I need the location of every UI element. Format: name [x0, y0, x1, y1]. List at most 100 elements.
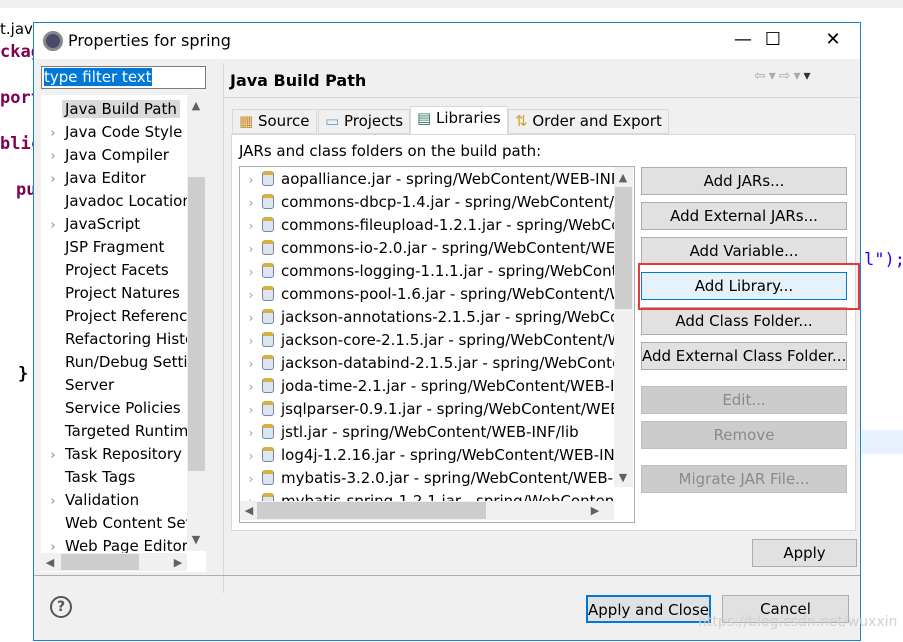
title-bar: Properties for spring — ☐ ✕ — [34, 23, 860, 59]
chevron-right-icon[interactable]: › — [240, 422, 262, 444]
tree-item[interactable]: › Java Code Style — [41, 121, 191, 144]
apply-button[interactable]: Apply — [752, 539, 857, 567]
tree-horizontal-scrollbar[interactable]: ◀ ▶ — [41, 553, 187, 571]
chevron-right-icon[interactable]: ▶ — [586, 504, 604, 517]
jar-label: jackson-core-2.1.5.jar - spring/WebConte… — [281, 331, 614, 349]
jar-label: jstl.jar - spring/WebContent/WEB-INF/lib — [281, 423, 579, 441]
tree-item-label: Project References — [65, 307, 191, 325]
chevron-right-icon[interactable]: › — [240, 330, 262, 352]
add-class-folder-button[interactable]: Add Class Folder... — [641, 307, 847, 335]
maximize-button[interactable]: ☐ — [750, 23, 796, 57]
tree-item[interactable]: Project Natures — [41, 282, 191, 305]
jar-list-item[interactable]: › commons-io-2.0.jar - spring/WebContent/… — [240, 237, 614, 260]
chevron-right-icon[interactable]: › — [41, 168, 65, 190]
tree-vertical-scrollbar[interactable]: ▲ ▼ — [187, 95, 206, 551]
tree-item[interactable]: Refactoring History — [41, 328, 191, 351]
chevron-right-icon[interactable]: › — [240, 307, 262, 329]
tab-source[interactable]: ▦ Source — [232, 109, 317, 134]
chevron-right-icon[interactable]: › — [240, 192, 262, 214]
add-external-class-folder-button[interactable]: Add External Class Folder... — [641, 342, 847, 370]
scrollbar-thumb[interactable] — [257, 502, 486, 519]
tree-item[interactable]: Targeted Runtimes — [41, 420, 191, 443]
jar-list-item[interactable]: › jackson-databind-2.1.5.jar - spring/Web… — [240, 352, 614, 375]
filter-input[interactable]: type filter text — [41, 66, 206, 89]
tree-item[interactable]: Project References — [41, 305, 191, 328]
tree-item[interactable]: Java Build Path — [41, 98, 191, 121]
nav-history-icons[interactable]: ⇦▾⇨▾▾ — [754, 68, 814, 84]
jar-icon — [262, 240, 274, 255]
chevron-right-icon[interactable]: › — [240, 284, 262, 306]
tree-item-label: Web Content Settings — [65, 514, 191, 532]
chevron-right-icon[interactable]: › — [240, 353, 262, 375]
jar-list-item[interactable]: › commons-fileupload-1.2.1.jar - spring/W… — [240, 214, 614, 237]
chevron-right-icon[interactable]: › — [41, 145, 65, 167]
jar-list-item[interactable]: › commons-logging-1.1.1.jar - spring/WebC… — [240, 260, 614, 283]
jar-label: jackson-annotations-2.1.5.jar - spring/W… — [281, 308, 614, 326]
scrollbar-thumb[interactable] — [615, 187, 632, 309]
chevron-right-icon[interactable]: › — [240, 238, 262, 260]
jar-list-item[interactable]: › jackson-core-2.1.5.jar - spring/WebCont… — [240, 329, 614, 352]
chevron-left-icon[interactable]: ◀ — [41, 556, 59, 569]
help-icon[interactable]: ? — [50, 596, 72, 618]
jar-list-item[interactable]: › joda-time-2.1.jar - spring/WebContent/W… — [240, 375, 614, 398]
jar-list-item[interactable]: › jsqlparser-0.9.1.jar - spring/WebConten… — [240, 398, 614, 421]
chevron-right-icon[interactable]: ▶ — [169, 556, 187, 569]
tree-item[interactable]: Run/Debug Settings — [41, 351, 191, 374]
chevron-right-icon[interactable]: › — [240, 261, 262, 283]
tree-item[interactable]: › Validation — [41, 489, 191, 512]
tree-item[interactable]: › Java Editor — [41, 167, 191, 190]
add-external-jars-button[interactable]: Add External JARs... — [641, 202, 847, 230]
tab-order-and-export[interactable]: ⇅ Order and Export — [508, 109, 669, 134]
chevron-left-icon[interactable]: ◀ — [240, 504, 258, 517]
chevron-right-icon[interactable]: › — [41, 444, 65, 466]
tree-item[interactable]: › JavaScript — [41, 213, 191, 236]
chevron-up-icon[interactable]: ▲ — [187, 99, 205, 112]
apply-and-close-button[interactable]: Apply and Close — [586, 595, 711, 623]
jar-list-item[interactable]: › jstl.jar - spring/WebContent/WEB-INF/li… — [240, 421, 614, 444]
tree-item-label: Service Policies — [65, 399, 181, 417]
tree-item-label: Refactoring History — [65, 330, 191, 348]
add-variable-button[interactable]: Add Variable... — [641, 237, 847, 265]
chevron-right-icon[interactable]: › — [240, 445, 262, 467]
jar-label: commons-fileupload-1.2.1.jar - spring/We… — [281, 216, 614, 234]
source-folder-icon: ▦ — [239, 112, 254, 130]
chevron-right-icon[interactable]: › — [41, 490, 65, 512]
jar-list-item[interactable]: › commons-dbcp-1.4.jar - spring/WebConten… — [240, 191, 614, 214]
chevron-up-icon[interactable]: ▲ — [614, 171, 632, 184]
tree-item[interactable]: JSP Fragment — [41, 236, 191, 259]
chevron-right-icon[interactable]: › — [240, 215, 262, 237]
jar-list-item[interactable]: › aopalliance.jar - spring/WebContent/WEB… — [240, 168, 614, 191]
close-button[interactable]: ✕ — [810, 23, 856, 57]
tree-item[interactable]: Service Policies — [41, 397, 191, 420]
chevron-right-icon[interactable]: › — [240, 468, 262, 490]
watermark: https://blog.csdn.net/wuxxin — [698, 614, 898, 630]
chevron-right-icon[interactable]: › — [41, 122, 65, 144]
tree-item[interactable]: Project Facets — [41, 259, 191, 282]
jar-label: jackson-databind-2.1.5.jar - spring/WebC… — [281, 354, 614, 372]
tab-libraries[interactable]: ▤ Libraries — [410, 106, 508, 135]
chevron-right-icon[interactable]: › — [240, 169, 262, 191]
tree-item[interactable]: Javadoc Location — [41, 190, 191, 213]
jar-list-item[interactable]: › log4j-1.2.16.jar - spring/WebContent/WE… — [240, 444, 614, 467]
chevron-down-icon[interactable]: ▼ — [187, 533, 205, 546]
libraries-panel: JARs and class folders on the build path… — [231, 134, 856, 531]
tree-item[interactable]: Server — [41, 374, 191, 397]
jar-list-item[interactable]: › jackson-annotations-2.1.5.jar - spring/… — [240, 306, 614, 329]
tree-item[interactable]: › Task Repository — [41, 443, 191, 466]
list-horizontal-scrollbar[interactable]: ◀ ▶ — [240, 501, 614, 520]
jar-list-item[interactable]: › commons-pool-1.6.jar - spring/WebConten… — [240, 283, 614, 306]
chevron-down-icon[interactable]: ▼ — [614, 471, 632, 484]
add-jars-button[interactable]: Add JARs... — [641, 167, 847, 195]
scrollbar-thumb[interactable] — [188, 177, 205, 471]
tree-item[interactable]: › Java Compiler — [41, 144, 191, 167]
tree-item[interactable]: Task Tags — [41, 466, 191, 489]
scrollbar-thumb[interactable] — [61, 554, 139, 570]
chevron-right-icon[interactable]: › — [240, 376, 262, 398]
chevron-right-icon[interactable]: › — [240, 399, 262, 421]
jar-list-item[interactable]: › mybatis-3.2.0.jar - spring/WebContent/W… — [240, 467, 614, 490]
chevron-right-icon[interactable]: › — [41, 214, 65, 236]
tree-item[interactable]: Web Content Settings — [41, 512, 191, 535]
list-vertical-scrollbar[interactable]: ▲ ▼ — [614, 167, 633, 487]
tree-item-label: JSP Fragment — [65, 238, 165, 256]
tab-projects[interactable]: ▭ Projects — [318, 109, 411, 134]
